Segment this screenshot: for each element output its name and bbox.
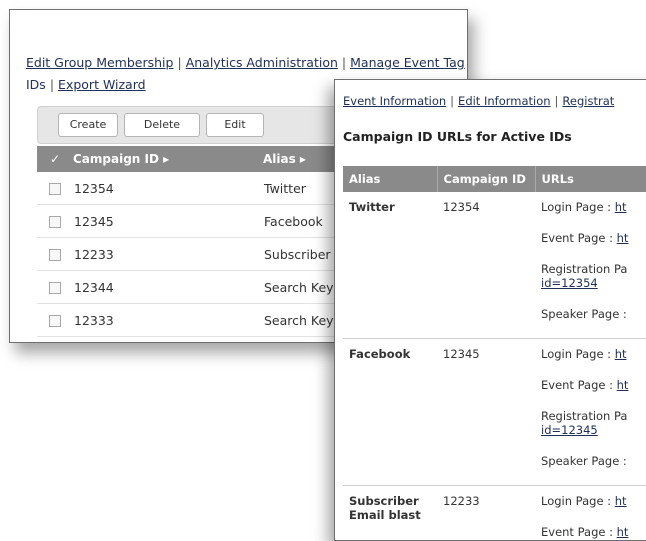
registration-page-link[interactable]: id=12345 bbox=[541, 423, 598, 437]
event-page-url: Event Page : ht bbox=[541, 378, 646, 409]
event-page-url: Event Page : ht bbox=[541, 231, 646, 262]
manage-event-tags-link[interactable]: Manage Event Tag bbox=[350, 55, 465, 70]
urls-cell: Login Page : ht Event Page : ht Registra… bbox=[535, 192, 646, 339]
campaign-id-cell: 12345 bbox=[437, 339, 535, 486]
event-page-link[interactable]: ht bbox=[617, 525, 629, 539]
row-checkbox[interactable] bbox=[49, 282, 61, 294]
campaign-id-cell: 12333 bbox=[73, 304, 263, 337]
edit-information-link[interactable]: Edit Information bbox=[458, 94, 551, 108]
table-row: Facebook 12345 Login Page : ht Event Pag… bbox=[343, 339, 646, 486]
speaker-page-url: Speaker Page : bbox=[541, 307, 646, 338]
campaign-url-window: Event Information|Edit Information|Regis… bbox=[334, 79, 646, 541]
login-page-url: Login Page : ht bbox=[541, 347, 646, 378]
row-checkbox[interactable] bbox=[49, 183, 61, 195]
urls-column-header: URLs bbox=[535, 166, 646, 192]
alias-cell: Twitter bbox=[343, 192, 437, 339]
campaign-url-table: Alias Campaign ID URLs Twitter 12354 Log… bbox=[343, 166, 646, 541]
row-checkbox[interactable] bbox=[49, 249, 61, 261]
export-wizard-link[interactable]: Export Wizard bbox=[58, 77, 146, 92]
ids-label[interactable]: IDs bbox=[26, 77, 46, 92]
registration-page-link[interactable]: id=12354 bbox=[541, 276, 598, 290]
campaign-id-cell: 12354 bbox=[437, 192, 535, 339]
urls-cell: Login Page : ht Event Page : ht bbox=[535, 486, 646, 541]
row-checkbox[interactable] bbox=[49, 216, 61, 228]
speaker-page-url: Speaker Page : bbox=[541, 454, 646, 485]
delete-button[interactable]: Delete bbox=[124, 113, 200, 137]
campaign-id-cell: 12354 bbox=[73, 172, 263, 205]
alias-cell: Facebook bbox=[343, 339, 437, 486]
registration-page-url: Registration Paid=12345 bbox=[541, 409, 646, 454]
table-row: Subscriber Email blast 12233 Login Page … bbox=[343, 486, 646, 541]
urls-cell: Login Page : ht Event Page : ht Registra… bbox=[535, 339, 646, 486]
registration-link[interactable]: Registrat bbox=[562, 94, 614, 108]
event-nav-links: Event Information|Edit Information|Regis… bbox=[343, 92, 646, 110]
registration-page-url: Registration Paid=12354 bbox=[541, 262, 646, 307]
campaign-id-cell: 12233 bbox=[73, 238, 263, 271]
row-checkbox[interactable] bbox=[49, 315, 61, 327]
event-page-link[interactable]: ht bbox=[617, 378, 629, 392]
campaign-id-cell: 12344 bbox=[73, 271, 263, 304]
campaign-id-column-header: Campaign ID bbox=[437, 166, 535, 192]
campaign-id-cell: 12345 bbox=[73, 205, 263, 238]
event-page-link[interactable]: ht bbox=[617, 231, 629, 245]
login-page-url: Login Page : ht bbox=[541, 200, 646, 231]
event-information-link[interactable]: Event Information bbox=[343, 94, 446, 108]
campaign-id-cell: 12233 bbox=[437, 486, 535, 541]
analytics-administration-link[interactable]: Analytics Administration bbox=[186, 55, 338, 70]
table-row: Twitter 12354 Login Page : ht Event Page… bbox=[343, 192, 646, 339]
select-all-checkbox[interactable]: ✓ bbox=[37, 146, 73, 172]
login-page-link[interactable]: ht bbox=[615, 347, 627, 361]
alias-column-header: Alias bbox=[343, 166, 437, 192]
edit-group-membership-link[interactable]: Edit Group Membership bbox=[26, 55, 173, 70]
create-button[interactable]: Create bbox=[58, 113, 118, 137]
event-page-url: Event Page : ht bbox=[541, 525, 646, 541]
login-page-link[interactable]: ht bbox=[615, 494, 627, 508]
edit-button[interactable]: Edit bbox=[206, 113, 264, 137]
page-title: Campaign ID URLs for Active IDs bbox=[343, 129, 572, 144]
login-page-link[interactable]: ht bbox=[615, 200, 627, 214]
alias-cell: Subscriber Email blast bbox=[343, 486, 437, 541]
campaign-id-column-header[interactable]: Campaign ID ▸ bbox=[73, 146, 263, 172]
login-page-url: Login Page : ht bbox=[541, 494, 646, 525]
